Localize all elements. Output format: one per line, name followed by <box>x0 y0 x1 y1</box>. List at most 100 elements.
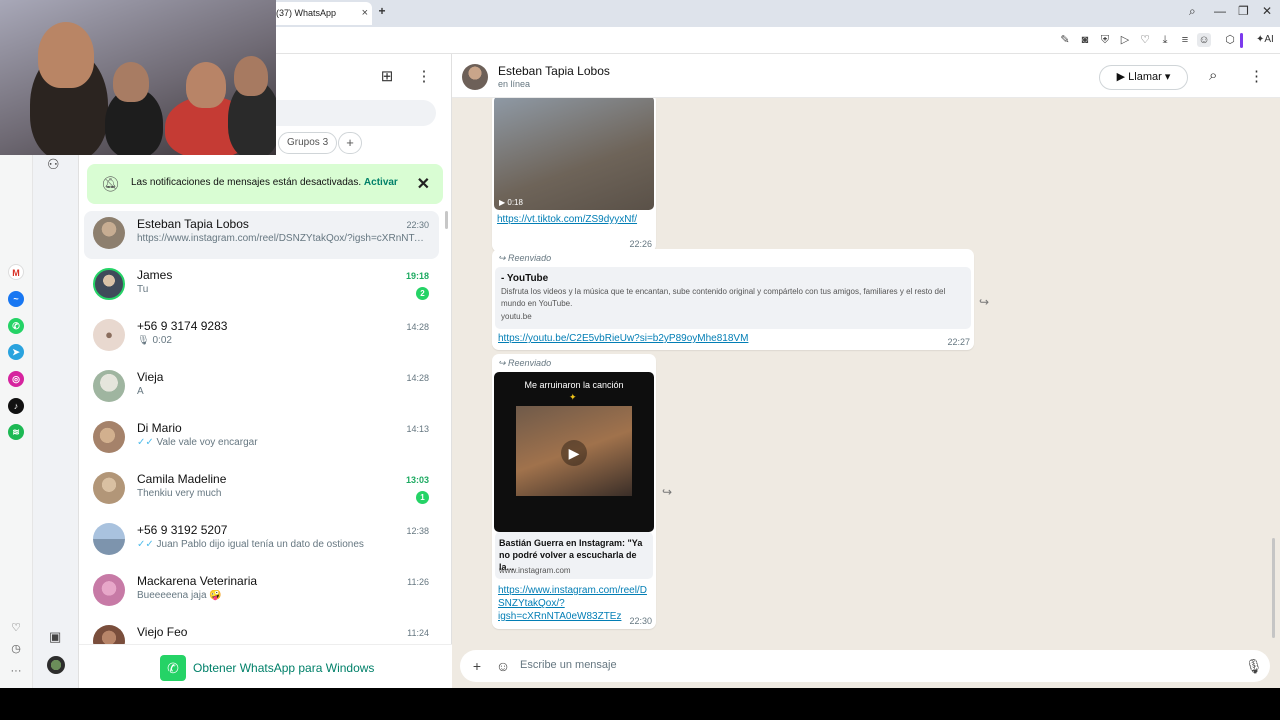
history-icon[interactable]: ◷ <box>9 642 23 656</box>
chat-preview: Tu <box>137 284 149 295</box>
scrollbar-thumb[interactable] <box>1272 538 1275 638</box>
download-icon[interactable]: ⤓ <box>1158 33 1172 47</box>
chat-name: Esteban Tapia Lobos <box>137 217 249 231</box>
forward-icon[interactable]: ↪ <box>662 485 672 499</box>
add-filter-button[interactable]: + <box>338 132 362 154</box>
chat-name: +56 9 3192 5207 <box>137 523 228 537</box>
telegram-icon[interactable]: ➤ <box>8 344 24 360</box>
chat-item[interactable]: Esteban Tapia Lobos https://www.instagra… <box>84 211 439 259</box>
extension-icon[interactable]: ⬡ <box>1223 33 1237 47</box>
chat-preview: Thenkiu very much <box>137 488 222 499</box>
new-tab-button[interactable]: + <box>374 4 390 20</box>
spotify-icon[interactable]: ≋ <box>8 424 24 440</box>
avatar <box>93 574 125 606</box>
filter-chip-groups[interactable]: Grupos 3 <box>278 132 338 154</box>
my-avatar[interactable] <box>47 656 65 674</box>
chat-name: Mackarena Veterinaria <box>137 574 258 588</box>
message-bubble: ↪ Reenviado - YouTube Disfruta los video… <box>492 249 974 350</box>
video-duration: ▶ 0:18 <box>499 198 523 207</box>
message-input[interactable]: Escribe un mensaje <box>520 659 617 671</box>
forward-icon[interactable]: ↪ <box>979 295 989 309</box>
chat-time: 12:38 <box>406 526 429 536</box>
camera-icon[interactable]: ◙ <box>1078 33 1092 47</box>
video-thumbnail[interactable]: Me arruinaron la canción ✦ ▶ <box>494 372 654 532</box>
chat-item[interactable]: +56 9 3192 5207 ✓✓ Juan Pablo dijo igual… <box>84 517 439 565</box>
chat-item[interactable]: Vieja A 14:28 <box>84 364 439 412</box>
edit-icon[interactable]: ✎ <box>1058 33 1072 47</box>
contact-status: en línea <box>498 79 531 89</box>
message-link-line[interactable]: igsh=cXRnNTA0eW83ZTEz <box>498 610 647 623</box>
forwarded-text: Reenviado <box>508 358 552 368</box>
mic-icon[interactable]: 🎙︎ <box>1245 658 1263 674</box>
tiktok-icon[interactable]: ♪ <box>8 398 24 414</box>
contact-name[interactable]: Esteban Tapia Lobos <box>498 64 610 78</box>
chat-item[interactable]: Camila Madeline Thenkiu very much 13:03 … <box>84 466 439 514</box>
close-window-icon[interactable]: ✕ <box>1262 4 1272 18</box>
avatar <box>93 472 125 504</box>
message-link-line[interactable]: https://www.instagram.com/reel/D <box>498 584 647 597</box>
video-thumbnail[interactable]: ▶ 0:18 <box>494 98 654 210</box>
whatsapp-logo-icon: ✆ <box>160 655 186 681</box>
new-chat-icon[interactable]: ⊞ <box>378 68 396 86</box>
person-head <box>186 62 226 108</box>
chat-item[interactable]: Mackarena Veterinaria Bueeeeena jaja 🤪 1… <box>84 568 439 616</box>
contact-avatar[interactable] <box>462 64 488 90</box>
more-icon[interactable]: ··· <box>9 664 23 678</box>
heart-icon[interactable]: ♡ <box>1138 33 1152 47</box>
letterbox-bar <box>0 688 1280 720</box>
search-icon[interactable]: ⌕ <box>1189 4 1196 19</box>
minimize-icon[interactable]: — <box>1214 4 1226 18</box>
message-link[interactable]: https://vt.tiktok.com/ZS9dyyxNf/ <box>497 214 637 225</box>
avatar <box>93 268 125 300</box>
play-icon[interactable]: ▶ <box>561 440 587 466</box>
video-caption: Me arruinaron la canción <box>524 380 624 390</box>
message-link[interactable]: https://youtu.be/C2E5vbRieUw?si=b2yP89oy… <box>498 333 748 344</box>
link-preview[interactable]: Bastián Guerra en Instagram: "Ya no podr… <box>495 532 653 579</box>
messenger-icon[interactable]: ~ <box>8 291 24 307</box>
whatsapp-icon[interactable]: ✆ <box>8 318 24 334</box>
gmail-icon[interactable]: M <box>8 264 24 280</box>
call-button[interactable]: ▶︎ Llamar ▾ <box>1099 65 1188 90</box>
activate-link[interactable]: Activar <box>364 177 398 188</box>
browser-tab[interactable]: (37) WhatsApp × <box>268 2 372 25</box>
close-tab-icon[interactable]: × <box>362 7 368 19</box>
search-icon[interactable]: ⌕ <box>1209 67 1217 84</box>
person-head <box>234 56 268 96</box>
menu-icon[interactable]: ⋮ <box>415 68 433 86</box>
double-check-icon: ✓✓ <box>137 437 157 448</box>
ai-label: AI <box>1264 34 1274 45</box>
scrollbar[interactable] <box>1272 98 1275 644</box>
forward-icon: ↪ <box>498 253 509 263</box>
chat-item[interactable]: Viejo Feo 11:24 <box>84 619 439 644</box>
get-whatsapp-banner[interactable]: ✆ Obtener WhatsApp para Windows <box>79 644 452 688</box>
restore-icon[interactable]: ❐ <box>1238 4 1249 18</box>
chat-time: 13:03 <box>405 475 429 485</box>
link-preview[interactable]: - YouTube Disfruta los videos y la músic… <box>495 267 971 329</box>
message-link-line[interactable]: SNZYtakQox/? <box>498 597 647 610</box>
chat-name: Di Mario <box>137 421 182 435</box>
attach-icon[interactable]: + <box>469 658 485 674</box>
menu-icon[interactable]: ⋮ <box>1249 67 1264 85</box>
sticker-icon[interactable]: ☺ <box>495 658 511 674</box>
heart-icon[interactable]: ♡ <box>9 621 23 635</box>
chat-item[interactable]: Di Mario ✓✓ Vale vale voy encargar 14:13 <box>84 415 439 463</box>
shield-icon[interactable]: ⛨ <box>1098 33 1112 47</box>
play-icon[interactable]: ▷ <box>1118 33 1132 47</box>
instagram-icon[interactable]: ◎ <box>8 371 24 387</box>
chat-item[interactable]: James Tu 19:18 2 <box>84 262 439 310</box>
chat-name: Camila Madeline <box>137 472 227 486</box>
message-time: 22:30 <box>629 616 652 626</box>
close-icon[interactable]: ✕ <box>417 174 430 194</box>
message-link[interactable]: https://www.instagram.com/reel/D SNZYtak… <box>498 584 647 623</box>
menu-lines-icon[interactable]: ≡ <box>1178 33 1192 47</box>
ai-button[interactable]: ✦AI <box>1256 34 1274 45</box>
video-icon: ▶︎ <box>1116 71 1129 83</box>
chat-item[interactable]: ● +56 9 3174 9283 🎙︎ 0:02 14:28 <box>84 313 439 361</box>
profile-icon[interactable]: ☺ <box>1197 33 1211 47</box>
call-label: Llamar <box>1128 71 1162 83</box>
communities-icon[interactable]: ⚇ <box>47 156 60 173</box>
media-icon[interactable]: ▣ <box>49 629 61 645</box>
scrollbar[interactable] <box>445 211 448 229</box>
composer-box: + ☺ Escribe un mensaje 🎙︎ <box>460 650 1270 682</box>
mic-icon: 🎙︎ <box>137 335 153 346</box>
